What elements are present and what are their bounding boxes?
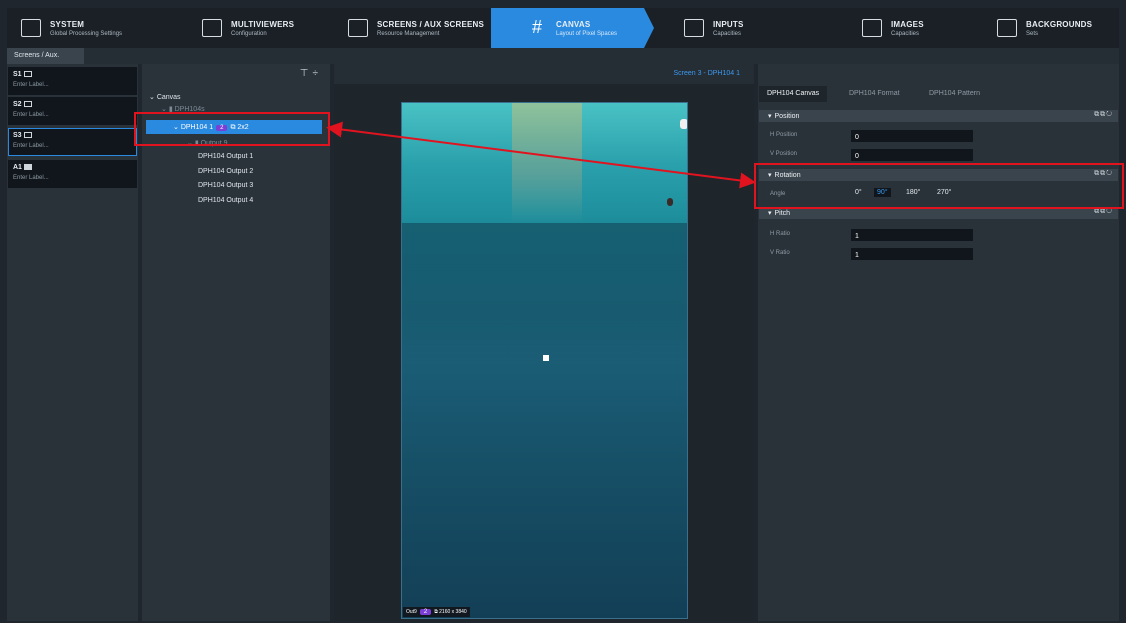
nav-subtitle: Capacities [713,30,742,37]
output-tag: Out9 2 ⧉ 2160 x 3840 [403,607,470,617]
screen-id: S1 [13,71,32,78]
inputs-icon [684,19,704,37]
nav-tab-images[interactable]: IMAGES Capacities [802,8,961,48]
output-badge: 2 [419,609,432,615]
nav-subtitle: Sets [1026,30,1039,37]
nav-subtitle: Configuration [231,30,267,37]
screen-label[interactable]: Enter Label... [13,175,49,181]
screen-icon [23,132,32,138]
properties-panel: DPH104 Canvas DPH104 Format DPH104 Patte… [758,64,1119,621]
screen-label[interactable]: Enter Label... [13,143,49,149]
nav-title: SCREENS / AUX SCREENS [377,19,485,29]
tree-node-output-4[interactable]: DPH104 Output 4 [198,197,253,204]
top-navigation: SYSTEM Global Processing Settings MULTIVI… [7,8,1119,48]
canvas-title: Screen 3 - DPH104 1 [673,70,740,77]
multiviewer-icon [202,19,222,37]
nav-tab-canvas[interactable]: # CANVAS Layout of Pixel Spaces [491,8,654,48]
tree-node-canvas[interactable]: ⌄ Canvas [149,93,181,101]
nav-tab-backgrounds[interactable]: BACKGROUNDS Sets [961,8,1119,48]
nav-tab-multiviewers[interactable]: MULTIVIEWERS Configuration [188,8,334,48]
h-ratio-input[interactable] [851,229,973,241]
layout-icon: ⧉ [434,609,438,615]
nav-subtitle: Layout of Pixel Spaces [556,30,618,37]
tab-dph104-format[interactable]: DPH104 Format [849,86,900,102]
sub-tab-strip: Screens / Aux. [7,48,1119,64]
nav-subtitle: Global Processing Settings [50,30,123,37]
tree-tools: ⊤÷ [300,68,322,79]
annotation-box-tree [134,112,330,146]
center-handle[interactable] [543,355,549,361]
nav-tab-screens[interactable]: SCREENS / AUX SCREENS Resource Management [334,8,491,48]
canvas-tree: ⊤÷ ⌄ Canvas ⌄ ▮ DPH104s ⌄ DPH104 1 2 ⧉ 2x2… [142,64,330,621]
screen-card-s2[interactable]: S2 Enter Label... [8,97,137,125]
tab-dph104-pattern[interactable]: DPH104 Pattern [929,86,980,102]
screen-card-a1[interactable]: A1 Enter Label... [8,160,137,188]
screen-id: S3 [13,132,32,139]
tree-node-output-2[interactable]: DPH104 Output 2 [198,168,253,175]
nav-subtitle: Capacities [891,30,920,37]
reset-icon[interactable]: ↻ [1106,208,1113,215]
screen-id: S2 [13,101,32,108]
properties-tabs: DPH104 Canvas DPH104 Format DPH104 Patte… [758,86,1119,102]
nav-title: IMAGES [891,19,924,29]
reset-icon[interactable]: ↻ [1106,111,1113,118]
preview-shallows [512,103,582,223]
collapse-all-icon[interactable]: ⊤ [300,68,313,79]
v-position-label: V Position [770,151,798,157]
output-size: 2160 x 3840 [439,609,467,615]
screen-card-s3[interactable]: S3 Enter Label... [8,128,137,156]
section-actions: ⧉⧉↻ [1094,208,1113,216]
canvas-header: Screen 3 - DPH104 1 [334,64,754,84]
backgrounds-icon [997,19,1017,37]
aux-screen-icon [23,164,32,170]
nav-title: SYSTEM [50,19,85,29]
nav-tab-inputs[interactable]: INPUTS Capacities [644,8,802,48]
screen-id-text: S3 [13,132,22,139]
preview-boat [680,119,687,129]
v-position-input[interactable] [851,149,973,161]
h-ratio-label: H Ratio [770,231,791,237]
screen-id: A1 [13,164,32,171]
canvas-view: Screen 3 - DPH104 1 Out9 2 ⧉ 2160 x 3840 [334,64,754,621]
screen-card-s1[interactable]: S1 Enter Label... [8,67,137,95]
nav-title: CANVAS [556,19,591,29]
nav-title: MULTIVIEWERS [231,19,295,29]
nav-subtitle: Resource Management [377,30,440,37]
screens-list: S1 Enter Label... S2 Enter Label... S3 E… [7,64,138,621]
system-icon [21,19,41,37]
section-actions: ⧉⧉↻ [1094,111,1113,119]
screen-icon [23,71,32,77]
tree-node-output-3[interactable]: DPH104 Output 3 [198,182,253,189]
section-position[interactable]: Position ⧉⧉↻ [759,110,1118,122]
canvas-icon: # [531,17,542,37]
tab-screens-aux[interactable]: Screens / Aux. [7,48,84,64]
h-position-input[interactable] [851,130,973,142]
images-icon [862,19,882,37]
v-ratio-input[interactable] [851,248,973,260]
screens-icon [348,19,368,37]
screen-id-text: S2 [13,101,22,108]
v-ratio-label: V Ratio [770,250,790,256]
tree-node-label: Canvas [156,94,181,101]
nav-title: BACKGROUNDS [1026,19,1093,29]
output-label: Out9 [406,609,417,615]
expand-all-icon[interactable]: ÷ [313,68,323,79]
screen-label[interactable]: Enter Label... [13,82,49,88]
h-position-label: H Position [770,132,798,138]
nav-tab-system[interactable]: SYSTEM Global Processing Settings [7,8,188,48]
section-title: Position [768,112,800,120]
section-title: Pitch [768,209,791,217]
pixel-space-preview[interactable]: Out9 2 ⧉ 2160 x 3840 [401,102,688,619]
screen-id-text: A1 [13,164,22,171]
screen-id-text: S1 [13,71,22,78]
nav-title: INPUTS [713,19,744,29]
preview-boat [667,198,673,206]
tab-dph104-canvas[interactable]: DPH104 Canvas [759,86,828,102]
tree-node-output-1[interactable]: DPH104 Output 1 [198,153,253,160]
annotation-box-rotation [754,163,1124,209]
preview-shade [402,223,687,363]
screen-icon [23,101,32,107]
screen-label[interactable]: Enter Label... [13,112,49,118]
